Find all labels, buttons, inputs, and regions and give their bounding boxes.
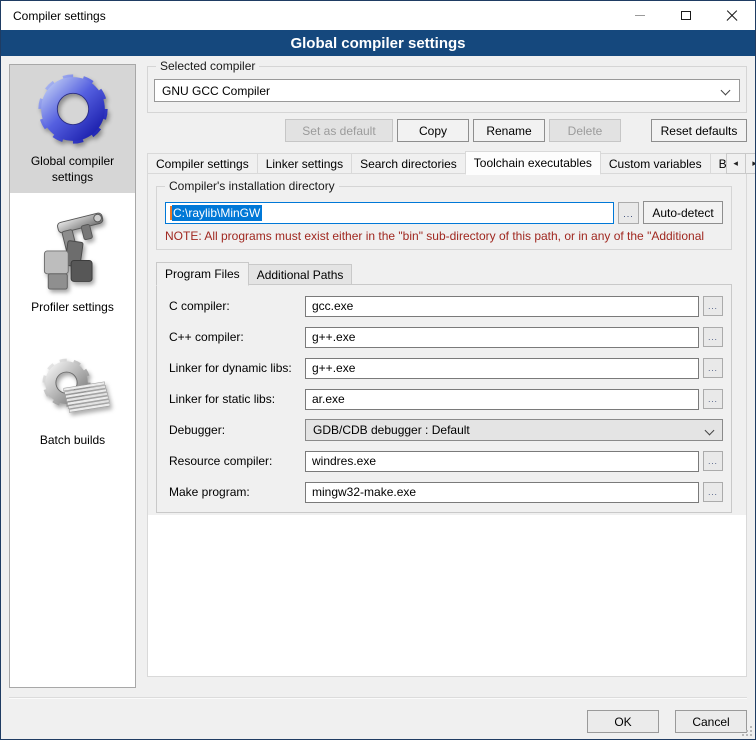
tab-toolchain-executables[interactable]: Toolchain executables [465,151,601,175]
browse-button[interactable]: ... [703,482,723,502]
selected-compiler-group: Selected compiler GNU GCC Compiler [147,66,747,113]
sidebar-item-label: Batch builds [12,433,133,449]
program-files-panel: C compiler: ... C++ compiler: ... Linker… [156,284,732,513]
browse-button[interactable]: ... [703,389,723,409]
group-label: Compiler's installation directory [165,179,339,193]
debugger-select[interactable]: GDB/CDB debugger : Default [305,419,723,441]
blue-gear-icon [12,71,133,152]
group-label: Selected compiler [156,59,259,73]
tabpage-empty-area [148,515,746,676]
field-label: C compiler: [169,299,305,313]
browse-button[interactable]: ... [703,358,723,378]
browse-button[interactable]: ... [703,296,723,316]
chevron-down-icon [705,426,715,436]
header-banner: Global compiler settings [1,30,755,56]
maximize-icon [681,11,691,20]
install-dir-selected-text: C:\raylib\MinGW [172,205,262,221]
sidebar-item-label: Global compiler settings [12,154,133,185]
make-program-input[interactable] [305,482,699,503]
linker-dynamic-input[interactable] [305,358,699,379]
sidebar: Global compiler settings [9,64,136,688]
dialog-body: Global compiler settings [1,56,755,739]
gear-stack-icon [12,356,133,431]
field-row-cpp-compiler: C++ compiler: ... [169,326,723,348]
field-row-resource-compiler: Resource compiler: ... [169,450,723,472]
arrow-right-icon: ▸ [752,158,756,169]
install-note: NOTE: All programs must exist either in … [165,229,723,243]
cancel-button[interactable]: Cancel [675,710,747,733]
compiler-select-value: GNU GCC Compiler [162,84,270,98]
resource-compiler-input[interactable] [305,451,699,472]
settings-tabstrip: Compiler settings Linker settings Search… [147,151,747,174]
footer-separator [9,697,747,699]
auto-detect-button[interactable]: Auto-detect [643,201,723,224]
field-label: Make program: [169,485,305,499]
field-row-linker-static: Linker for static libs: ... [169,388,723,410]
field-label: Linker for dynamic libs: [169,361,305,375]
tab-compiler-settings[interactable]: Compiler settings [147,153,258,174]
reset-defaults-button[interactable]: Reset defaults [651,119,747,142]
field-label: Resource compiler: [169,454,305,468]
sidebar-item-profiler-settings[interactable]: Profiler settings [10,201,135,324]
browse-button[interactable]: ... [703,327,723,347]
browse-button[interactable]: ... [703,451,723,471]
compiler-buttons-row: Set as default Copy Rename Delete Reset … [147,119,747,142]
compiler-settings-dialog: Compiler settings Global compiler settin… [0,0,756,740]
field-row-debugger: Debugger: GDB/CDB debugger : Default [169,419,723,441]
field-label: C++ compiler: [169,330,305,344]
debugger-select-value: GDB/CDB debugger : Default [313,423,470,437]
field-row-make-program: Make program: ... [169,481,723,503]
titlebar: Compiler settings [1,1,755,30]
field-row-c-compiler: C compiler: ... [169,295,723,317]
delete-button[interactable]: Delete [549,119,621,142]
cpp-compiler-input[interactable] [305,327,699,348]
sidebar-item-label: Profiler settings [12,300,133,316]
tab-scroll-left-button[interactable]: ◂ [726,153,746,174]
caliper-profiler-icon [12,207,133,298]
footer: OK Cancel [9,710,747,733]
sidebar-item-global-compiler-settings[interactable]: Global compiler settings [10,65,135,193]
install-dir-browse-button[interactable]: ... [618,202,639,224]
minimize-button[interactable] [617,1,663,30]
program-tabstrip: Program Files Additional Paths [156,262,732,285]
compiler-select[interactable]: GNU GCC Compiler [154,79,740,102]
toolchain-executables-page: Compiler's installation directory C:\ray… [147,173,747,677]
chevron-down-icon [721,86,731,96]
c-compiler-input[interactable] [305,296,699,317]
close-button[interactable] [709,1,755,30]
set-as-default-button[interactable]: Set as default [285,119,393,142]
tab-search-directories[interactable]: Search directories [351,153,466,174]
resize-grip[interactable] [742,726,752,736]
tab-additional-paths[interactable]: Additional Paths [248,264,353,285]
field-label: Debugger: [169,423,305,437]
tab-linker-settings[interactable]: Linker settings [257,153,352,174]
linker-static-input[interactable] [305,389,699,410]
install-dir-group: Compiler's installation directory C:\ray… [156,186,732,250]
field-row-linker-dynamic: Linker for dynamic libs: ... [169,357,723,379]
sidebar-item-batch-builds[interactable]: Batch builds [10,350,135,457]
tab-custom-variables[interactable]: Custom variables [600,153,711,174]
install-dir-input[interactable]: C:\raylib\MinGW [165,202,614,224]
rename-button[interactable]: Rename [473,119,545,142]
main-panel: Selected compiler GNU GCC Compiler Set a… [147,64,747,688]
window-title: Compiler settings [1,9,617,23]
copy-button[interactable]: Copy [397,119,469,142]
maximize-button[interactable] [663,1,709,30]
arrow-left-icon: ◂ [733,158,738,169]
field-label: Linker for static libs: [169,392,305,406]
tab-program-files[interactable]: Program Files [156,262,249,286]
close-icon [726,10,738,22]
ok-button[interactable]: OK [587,710,659,733]
minimize-icon [635,15,645,16]
tab-scroll-right-button[interactable]: ▸ [745,153,756,174]
